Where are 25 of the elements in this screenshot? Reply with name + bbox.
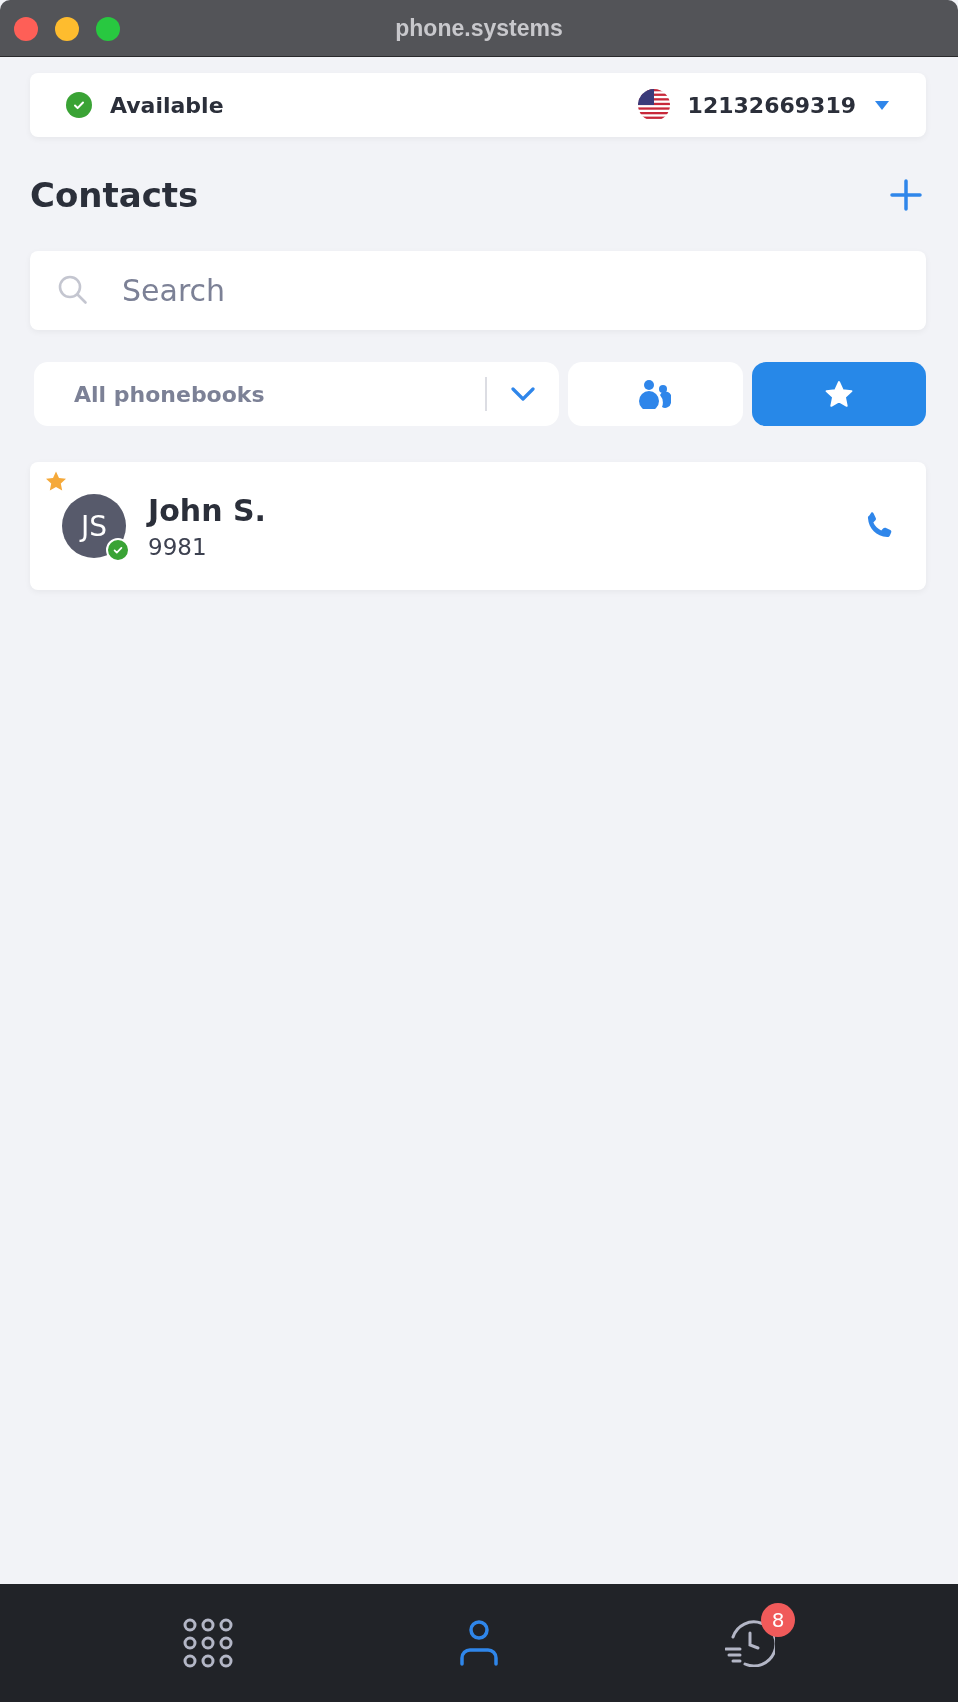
zoom-button[interactable] xyxy=(96,17,120,41)
contact-card[interactable]: JS John S. 9981 xyxy=(30,462,926,590)
caret-icon[interactable] xyxy=(874,99,890,111)
groups-toggle[interactable] xyxy=(568,362,743,426)
phonebook-dropdown[interactable]: All phonebooks xyxy=(34,362,559,426)
page-title: Contacts xyxy=(30,175,199,215)
minimize-button[interactable] xyxy=(55,17,79,41)
search-icon xyxy=(58,275,88,305)
star-icon xyxy=(823,379,854,409)
favorites-toggle[interactable] xyxy=(751,362,926,426)
people-icon xyxy=(639,379,672,409)
avatar-initials: JS xyxy=(81,509,107,543)
count-badge: 8 xyxy=(761,1603,795,1637)
search-field[interactable]: Search xyxy=(30,251,926,330)
clock-icon xyxy=(725,1619,775,1667)
flag-icon xyxy=(637,89,670,121)
person-icon xyxy=(459,1620,499,1666)
close-button[interactable] xyxy=(14,17,38,41)
window-title: phone.systems xyxy=(395,14,563,42)
contact-extension: 9981 xyxy=(148,533,208,560)
chevron-icon xyxy=(511,387,535,401)
keypad-icon xyxy=(183,1618,233,1668)
contact-name: John S. xyxy=(148,492,266,528)
status-label: Available xyxy=(110,92,224,118)
phone-number: 12132669319 xyxy=(687,92,856,118)
